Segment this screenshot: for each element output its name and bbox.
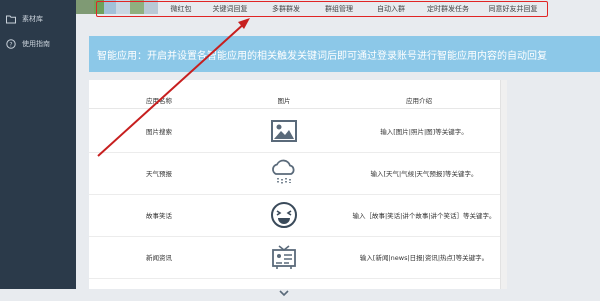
app-desc: 输入[天气|气候|天气预报]等关键字。 bbox=[370, 170, 478, 178]
app-name: 图片搜索 bbox=[146, 128, 172, 136]
help-circle-icon: ? bbox=[5, 38, 17, 50]
table-header: 应用名称 图片 应用介绍 bbox=[89, 92, 500, 109]
tab-auto-join-group[interactable]: 自动入群 bbox=[366, 0, 416, 18]
app-desc: 输入[新闻|news|日报|资讯|热点]等关键字。 bbox=[359, 254, 489, 262]
tab-bar: 微红包 关键词回复 多群群发 群组管理 自动入群 定时群发任务 同意好友并回复 bbox=[162, 0, 600, 18]
table-row: 故事笑话 输入［故事|笑话|讲个故事|讲个笑话］等关键字。 bbox=[89, 194, 500, 237]
sidebar-item-label: 使用指南 bbox=[22, 40, 50, 48]
folder-icon bbox=[5, 13, 17, 25]
app-name: 新闻资讯 bbox=[146, 254, 172, 262]
sidebar-item-materials[interactable]: 素材库 bbox=[0, 8, 76, 30]
tab-keyword-reply[interactable]: 关键词回复 bbox=[200, 0, 260, 18]
column-header-image: 图片 bbox=[277, 97, 291, 105]
sidebar: 素材库 ? 使用指南 bbox=[0, 0, 76, 289]
column-header-desc: 应用介绍 bbox=[406, 97, 432, 105]
tab-accept-friend-reply[interactable]: 同意好友并回复 bbox=[480, 0, 546, 18]
image-icon bbox=[269, 110, 299, 152]
tab-group-management[interactable]: 群组管理 bbox=[312, 0, 366, 18]
blurred-region bbox=[116, 0, 130, 14]
info-banner: 智能应用：开启并设置各智能应用的相关触发关键词后即可通过登录账号进行智能应用内容… bbox=[89, 36, 600, 72]
blurred-region bbox=[144, 0, 158, 14]
tv-news-icon bbox=[269, 236, 299, 278]
blurred-region bbox=[130, 0, 144, 14]
app-name: 天气预报 bbox=[146, 170, 172, 178]
svg-text:?: ? bbox=[9, 41, 12, 48]
weather-cloud-icon bbox=[269, 152, 299, 194]
tab-scheduled-send[interactable]: 定时群发任务 bbox=[416, 0, 480, 18]
app-name: 故事笑话 bbox=[146, 212, 172, 220]
app-table: 应用名称 图片 应用介绍 图片搜索 输入[图片|照片|图]等关键字。 天气预报 … bbox=[89, 80, 500, 297]
banner-text: 智能应用：开启并设置各智能应用的相关触发关键词后即可通过登录账号进行智能应用内容… bbox=[97, 50, 547, 62]
blurred-region bbox=[94, 0, 104, 14]
table-row: 图片搜索 输入[图片|照片|图]等关键字。 bbox=[89, 110, 500, 153]
blurred-region bbox=[104, 0, 116, 14]
table-row: 天气预报 输入[天气|气候|天气预报]等关键字。 bbox=[89, 152, 500, 195]
app-desc: 输入[图片|照片|图]等关键字。 bbox=[380, 128, 468, 136]
laughing-face-icon bbox=[269, 194, 299, 236]
scrollbar[interactable] bbox=[500, 80, 507, 289]
sidebar-item-guide[interactable]: ? 使用指南 bbox=[0, 33, 76, 55]
partial-icon bbox=[279, 282, 289, 297]
table-row: 新闻资讯 输入[新闻|news|日报|资讯|热点]等关键字。 bbox=[89, 236, 500, 279]
sidebar-item-label: 素材库 bbox=[22, 15, 43, 23]
tab-red-packet[interactable]: 微红包 bbox=[162, 0, 200, 18]
tab-multi-group-send[interactable]: 多群群发 bbox=[260, 0, 312, 18]
column-header-name: 应用名称 bbox=[146, 97, 172, 105]
app-desc: 输入［故事|笑话|讲个故事|讲个笑话］等关键字。 bbox=[352, 212, 496, 220]
blurred-region bbox=[76, 0, 94, 14]
